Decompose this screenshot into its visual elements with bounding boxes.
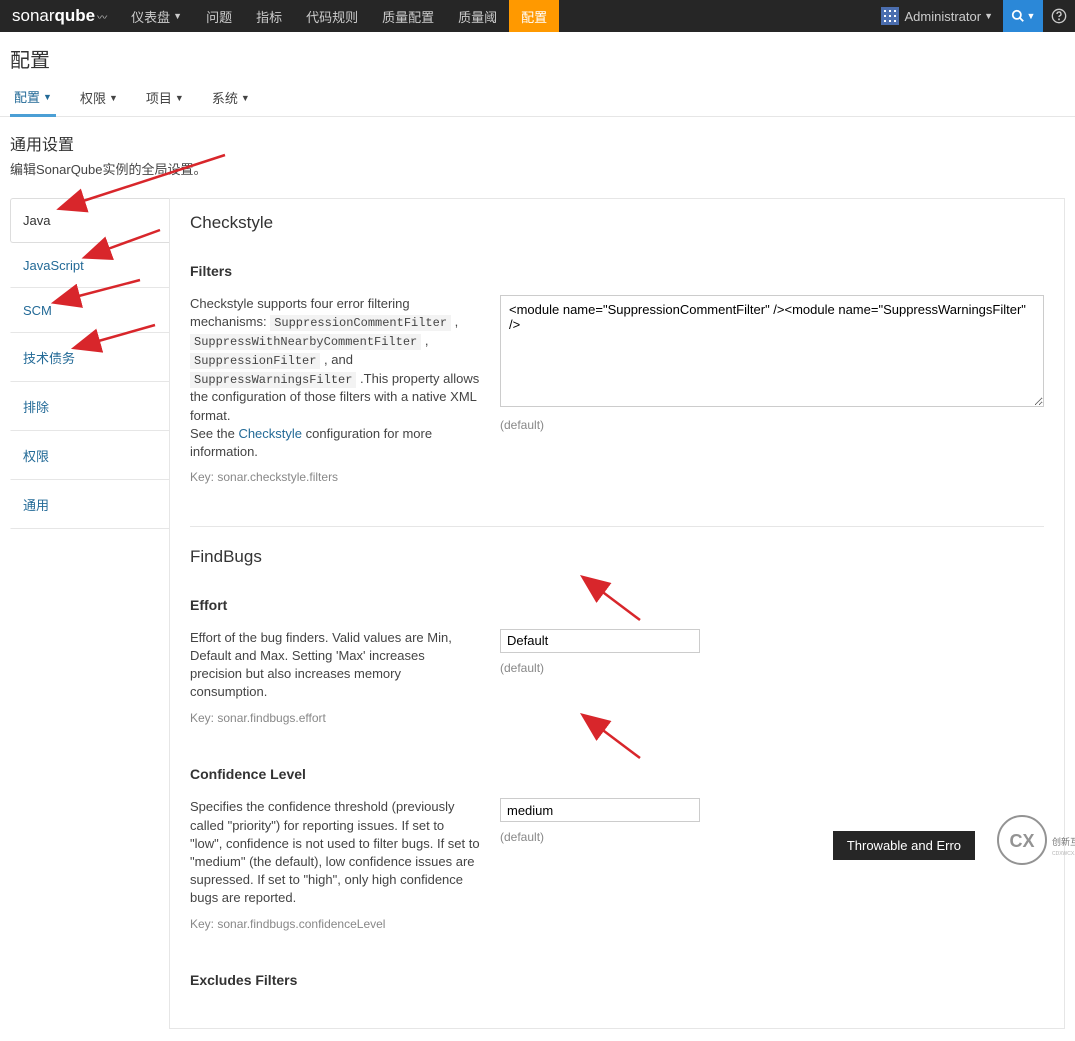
checkstyle-doc-link[interactable]: Checkstyle [238, 426, 302, 441]
caret-down-icon: ▼ [175, 93, 184, 103]
logo-text-2: qube [55, 6, 96, 26]
svg-text:创新互联: 创新互联 [1052, 836, 1075, 847]
filters-subsection: Filters Checkstyle supports four error f… [190, 263, 1044, 486]
svg-text:CX: CX [1009, 831, 1034, 851]
section-title: 通用设置 [10, 131, 1065, 155]
confidence-input[interactable] [500, 798, 700, 822]
subnav-system[interactable]: 系统▼ [208, 81, 254, 116]
help-button[interactable] [1043, 0, 1075, 32]
effort-title: Effort [190, 597, 1044, 613]
nav-quality-gates[interactable]: 质量阈 [446, 0, 509, 32]
confidence-key: Key: sonar.findbugs.confidenceLevel [190, 916, 480, 933]
sub-nav: 配置▼ 权限▼ 项目▼ 系统▼ [0, 73, 1075, 117]
subnav-permissions[interactable]: 权限▼ [76, 81, 122, 116]
confidence-row: Specifies the confidence threshold (prev… [190, 798, 1044, 932]
side-tabs: Java JavaScript SCM 技术债务 排除 权限 通用 [10, 198, 170, 1029]
filters-desc: Checkstyle supports four error filtering… [190, 295, 500, 486]
sidetab-general[interactable]: 通用 [10, 480, 170, 529]
nav-right: Administrator ▼ ▼ [871, 0, 1075, 32]
filters-textarea[interactable] [500, 295, 1044, 407]
nav-items: 仪表盘▼ 问题 指标 代码规则 质量配置 质量阈 配置 [119, 0, 559, 32]
subnav-projects[interactable]: 项目▼ [142, 81, 188, 116]
caret-down-icon: ▼ [43, 92, 52, 102]
effort-subsection: Effort Effort of the bug finders. Valid … [190, 597, 1044, 727]
caret-down-icon: ▼ [984, 11, 993, 21]
sidetab-permissions[interactable]: 权限 [10, 431, 170, 480]
caret-down-icon: ▼ [241, 93, 250, 103]
top-nav: sonarqube〰 仪表盘▼ 问题 指标 代码规则 质量配置 质量阈 配置 A… [0, 0, 1075, 32]
footer-notice[interactable]: Throwable and Erro [833, 831, 975, 860]
nav-quality-profiles[interactable]: 质量配置 [370, 0, 446, 32]
search-button[interactable]: ▼ [1003, 0, 1043, 32]
findbugs-title: FindBugs [190, 547, 1044, 567]
sidetab-javascript[interactable]: JavaScript [10, 243, 170, 288]
filters-control: (default) [500, 295, 1044, 486]
caret-down-icon: ▼ [1027, 11, 1036, 21]
avatar-icon [881, 7, 899, 25]
confidence-title: Confidence Level [190, 766, 1044, 782]
filters-row: Checkstyle supports four error filtering… [190, 295, 1044, 486]
svg-text:CDXWCX.COM: CDXWCX.COM [1052, 851, 1075, 857]
sidetab-exclude[interactable]: 排除 [10, 382, 170, 431]
confidence-control: (default) [500, 798, 1044, 932]
section-desc: 编辑SonarQube实例的全局设置。 [10, 159, 1065, 178]
effort-default: (default) [500, 661, 1044, 675]
nav-dashboard[interactable]: 仪表盘▼ [119, 0, 194, 32]
filters-key: Key: sonar.checkstyle.filters [190, 469, 480, 486]
effort-control: (default) [500, 629, 1044, 727]
main-panel: Checkstyle Filters Checkstyle supports f… [169, 198, 1065, 1029]
settings-layout: Java JavaScript SCM 技术债务 排除 权限 通用 Checks… [10, 198, 1065, 1029]
effort-desc: Effort of the bug finders. Valid values … [190, 629, 500, 727]
subnav-settings[interactable]: 配置▼ [10, 81, 56, 117]
page-title: 配置 [10, 44, 1065, 73]
effort-key: Key: sonar.findbugs.effort [190, 710, 480, 727]
sidetab-tech-debt[interactable]: 技术债务 [10, 333, 170, 382]
admin-label: Administrator [905, 9, 982, 24]
checkstyle-title: Checkstyle [190, 213, 1044, 233]
effort-input[interactable] [500, 629, 700, 653]
nav-rules[interactable]: 代码规则 [294, 0, 370, 32]
nav-issues[interactable]: 问题 [194, 0, 244, 32]
filters-title: Filters [190, 263, 1044, 279]
excludes-title: Excludes Filters [190, 972, 1044, 988]
sidetab-java[interactable]: Java [10, 198, 170, 243]
admin-menu[interactable]: Administrator ▼ [871, 0, 1004, 32]
watermark: CX 创新互联 CDXWCX.COM [995, 813, 1075, 868]
content-area: 通用设置 编辑SonarQube实例的全局设置。 Java JavaScript… [0, 117, 1075, 1041]
caret-down-icon: ▼ [173, 11, 182, 21]
caret-down-icon: ▼ [109, 93, 118, 103]
excludes-subsection: Excludes Filters [190, 972, 1044, 988]
nav-settings[interactable]: 配置 [509, 0, 559, 32]
nav-measures[interactable]: 指标 [244, 0, 294, 32]
effort-row: Effort of the bug finders. Valid values … [190, 629, 1044, 727]
page-header: 配置 [0, 32, 1075, 73]
logo[interactable]: sonarqube〰 [0, 6, 119, 26]
sidetab-scm[interactable]: SCM [10, 288, 170, 333]
confidence-desc: Specifies the confidence threshold (prev… [190, 798, 500, 932]
logo-waves-icon: 〰 [97, 9, 107, 24]
filters-default: (default) [500, 418, 1044, 432]
divider [190, 526, 1044, 527]
logo-text-1: sonar [12, 6, 55, 26]
